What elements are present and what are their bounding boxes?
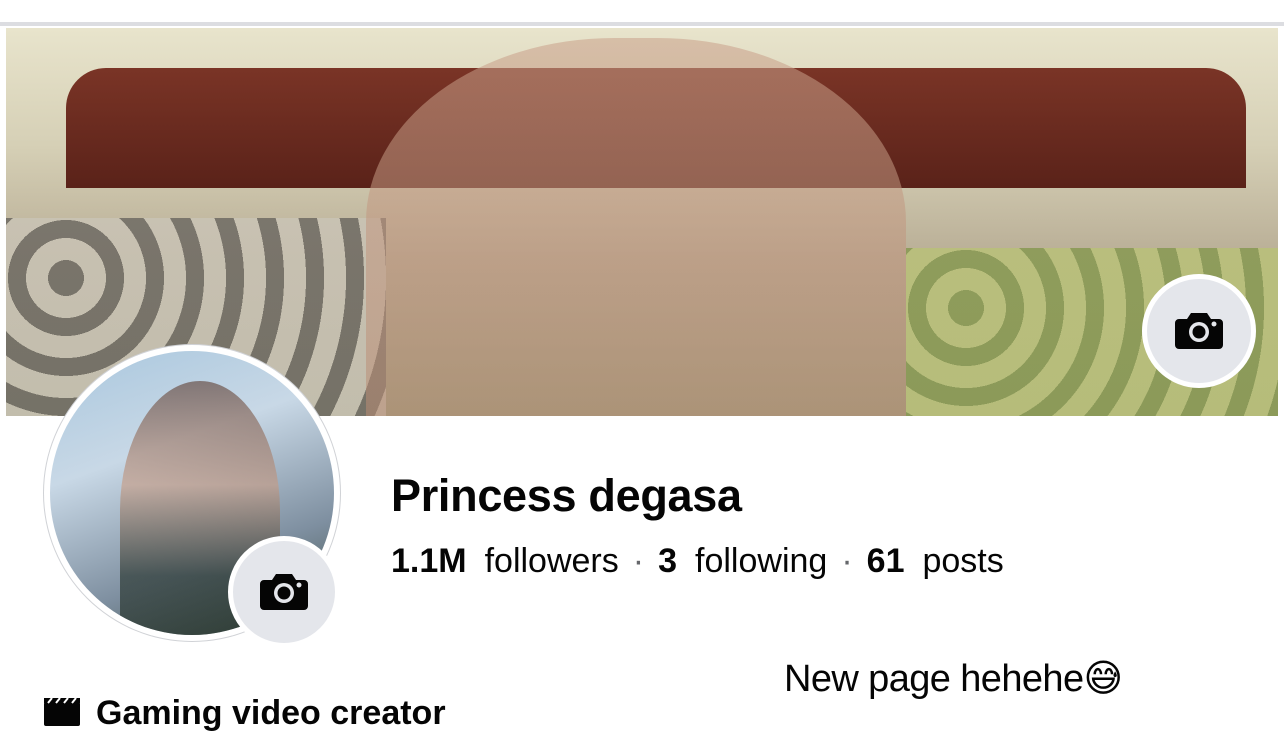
caption-text: New page hehehe😅	[784, 658, 1123, 700]
following-label[interactable]: following	[695, 542, 827, 580]
category-label: Gaming video creator	[96, 694, 446, 732]
posts-count[interactable]: 61	[867, 542, 905, 580]
camera-icon	[1175, 309, 1223, 354]
edit-profile-picture-button[interactable]	[228, 536, 340, 648]
profile-stats: 1.1M followers · 3 following · 61 posts	[391, 542, 1004, 581]
camera-icon	[260, 570, 308, 615]
stats-separator: ·	[841, 542, 853, 580]
profile-category: Gaming video creator	[44, 694, 446, 733]
clapperboard-icon	[44, 696, 80, 731]
posts-label[interactable]: posts	[922, 542, 1003, 580]
followers-label[interactable]: followers	[485, 542, 619, 580]
edit-cover-photo-button[interactable]	[1142, 274, 1256, 388]
stats-separator: ·	[632, 542, 645, 580]
followers-count[interactable]: 1.1M	[391, 542, 467, 580]
top-bar	[0, 0, 1284, 26]
cover-figure-placeholder	[366, 38, 906, 416]
profile-name: Princess degasa	[391, 470, 742, 521]
following-count[interactable]: 3	[658, 542, 677, 580]
